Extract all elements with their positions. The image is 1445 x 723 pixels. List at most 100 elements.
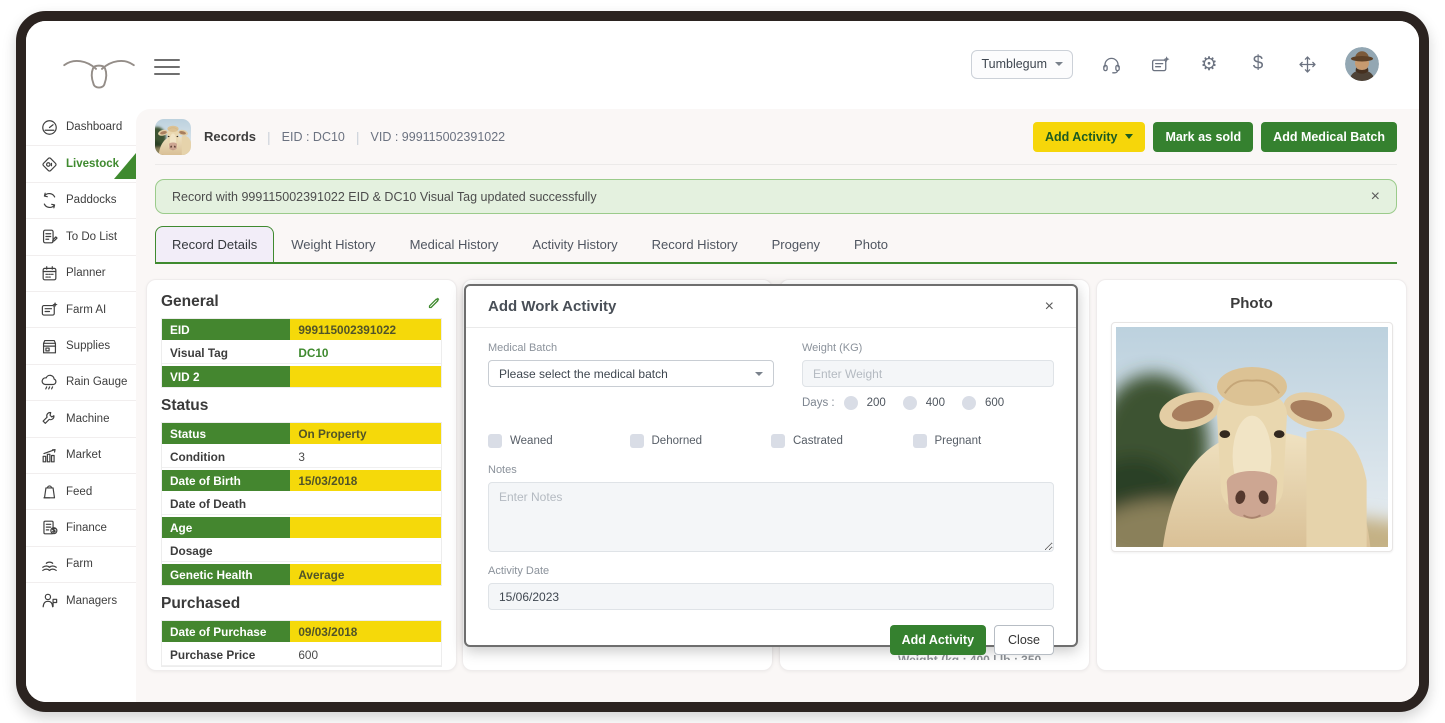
sidebar-item-managers[interactable]: Managers [26, 582, 136, 618]
sidebar-item-market[interactable]: Market [26, 437, 136, 473]
detail-row-condition: Condition3 [162, 446, 441, 468]
record-header-buttons: Add Activity Mark as sold Add Medical Ba… [1033, 122, 1397, 152]
detail-row-eid: EID999115002391022 [162, 319, 441, 340]
sidebar-item-planner[interactable]: Planner [26, 255, 136, 291]
add-medical-batch-button[interactable]: Add Medical Batch [1261, 122, 1397, 152]
sidebar-item-farm[interactable]: Farm [26, 546, 136, 582]
section-header-status: Status [161, 397, 442, 415]
sidebar-item-label: Machine [66, 413, 109, 425]
sidebar-item-label: Feed [66, 486, 92, 498]
sidebar-item-label: Farm [66, 558, 93, 570]
record-details-card: GeneralEID999115002391022Visual TagDC10V… [146, 279, 457, 671]
notes-textarea[interactable] [488, 482, 1054, 552]
todo-icon [39, 227, 59, 247]
feed-icon [39, 482, 59, 502]
activity-date-input[interactable] [488, 583, 1054, 610]
checkbox-label: Weaned [510, 435, 553, 447]
days-radio-600[interactable] [962, 396, 976, 410]
tab-record-history[interactable]: Record History [635, 226, 755, 262]
detail-value: On Property [290, 423, 441, 444]
sidebar-item-label: Finance [66, 522, 107, 534]
sidebar-item-dashboard[interactable]: Dashboard [26, 109, 136, 145]
sidebar-item-finance[interactable]: Finance [26, 509, 136, 545]
sidebar-item-rain-gauge[interactable]: Rain Gauge [26, 364, 136, 400]
medical-batch-label: Medical Batch [488, 342, 774, 354]
checkbox-item-dehorned: Dehorned [630, 434, 772, 448]
paddocks-icon [39, 190, 59, 210]
sidebar-item-label: Paddocks [66, 194, 117, 206]
market-icon [39, 445, 59, 465]
sidebar-item-farm-ai[interactable]: Farm AI [26, 291, 136, 327]
settings-icon[interactable]: ⚙ [1198, 53, 1220, 75]
detail-value [290, 366, 441, 387]
modal-add-activity-button[interactable]: Add Activity [890, 625, 986, 655]
modal-title: Add Work Activity [488, 298, 616, 315]
days-options: Days : 200400600 [802, 396, 1054, 410]
record-vid: VID : 999115002391022 [371, 130, 506, 144]
detail-row-vid-2: VID 2 [162, 366, 441, 387]
sidebar-item-livestock[interactable]: Livestock [26, 145, 136, 181]
detail-label: Date of Purchase [162, 621, 290, 642]
tab-activity-history[interactable]: Activity History [515, 226, 634, 262]
tab-medical-history[interactable]: Medical History [393, 226, 516, 262]
separator: | [356, 129, 360, 145]
cattle-logo-icon [62, 53, 136, 101]
user-avatar[interactable] [1345, 47, 1379, 81]
separator: | [267, 129, 271, 145]
planner-icon [39, 263, 59, 283]
organisation-select[interactable]: Tumblegum [971, 50, 1073, 79]
checkbox-weaned[interactable] [488, 434, 502, 448]
banner-close-icon[interactable]: × [1371, 189, 1380, 205]
detail-label: VID 2 [162, 366, 290, 387]
headset-icon[interactable] [1100, 53, 1122, 75]
hamburger-menu-icon[interactable] [154, 59, 180, 75]
sidebar-item-supplies[interactable]: Supplies [26, 327, 136, 363]
detail-row-age: Age [162, 517, 441, 538]
tab-weight-history[interactable]: Weight History [274, 226, 392, 262]
sidebar: DashboardLivestock Paddocks To Do ListPlan… [26, 109, 136, 702]
sidebar-item-label: Market [66, 449, 101, 461]
sidebar-item-paddocks[interactable]: Paddocks [26, 182, 136, 218]
detail-value: 999115002391022 [290, 319, 441, 340]
top-bar: Tumblegum ⚙ $ [26, 21, 1419, 109]
sidebar-item-label: Rain Gauge [66, 376, 127, 388]
modal-close-button[interactable]: Close [994, 625, 1054, 655]
move-icon[interactable] [1296, 53, 1318, 75]
weight-input[interactable] [802, 360, 1054, 387]
record-header: Records | EID : DC10 | VID : 99911500239… [155, 109, 1397, 165]
checkbox-pregnant[interactable] [913, 434, 927, 448]
sidebar-item-feed[interactable]: Feed [26, 473, 136, 509]
main-content: Records | EID : DC10 | VID : 99911500239… [136, 109, 1419, 702]
tab-progeny[interactable]: Progeny [755, 226, 837, 262]
checkbox-dehorned[interactable] [630, 434, 644, 448]
edit-pencil-icon[interactable] [427, 295, 442, 310]
billing-icon[interactable]: $ [1247, 53, 1269, 75]
tab-photo[interactable]: Photo [837, 226, 905, 262]
tab-record-details[interactable]: Record Details [155, 226, 274, 262]
ai-assistant-icon[interactable] [1149, 53, 1171, 75]
checkbox-label: Castrated [793, 435, 843, 447]
days-label: Days : [802, 397, 835, 409]
medical-batch-field: Medical Batch Please select the medical … [488, 342, 774, 410]
sidebar-item-label: Farm AI [66, 304, 106, 316]
sidebar-item-to-do-list[interactable]: To Do List [26, 218, 136, 254]
breadcrumb: Records [204, 129, 256, 144]
details-table-status: StatusOn PropertyCondition3Date of Birth… [161, 422, 442, 586]
section-title: General [161, 293, 219, 311]
livestock-icon [39, 154, 59, 174]
checkbox-castrated[interactable] [771, 434, 785, 448]
modal-close-icon[interactable]: × [1045, 299, 1054, 315]
add-activity-dropdown-button[interactable]: Add Activity [1033, 122, 1145, 152]
detail-label: Genetic Health [162, 564, 290, 585]
notes-label: Notes [488, 464, 1054, 476]
mark-as-sold-button[interactable]: Mark as sold [1153, 122, 1253, 152]
weight-label: Weight (KG) [802, 342, 1054, 354]
medical-batch-select[interactable]: Please select the medical batch [488, 360, 774, 387]
days-radio-400[interactable] [903, 396, 917, 410]
sidebar-item-machine[interactable]: Machine [26, 400, 136, 436]
app-frame: Tumblegum ⚙ $ DashboardLivestock Paddocks T… [16, 11, 1429, 712]
detail-label: Date of Birth [162, 470, 290, 491]
section-header-purchased: Purchased [161, 595, 442, 613]
days-radio-200[interactable] [844, 396, 858, 410]
detail-value: 3 [290, 446, 441, 467]
